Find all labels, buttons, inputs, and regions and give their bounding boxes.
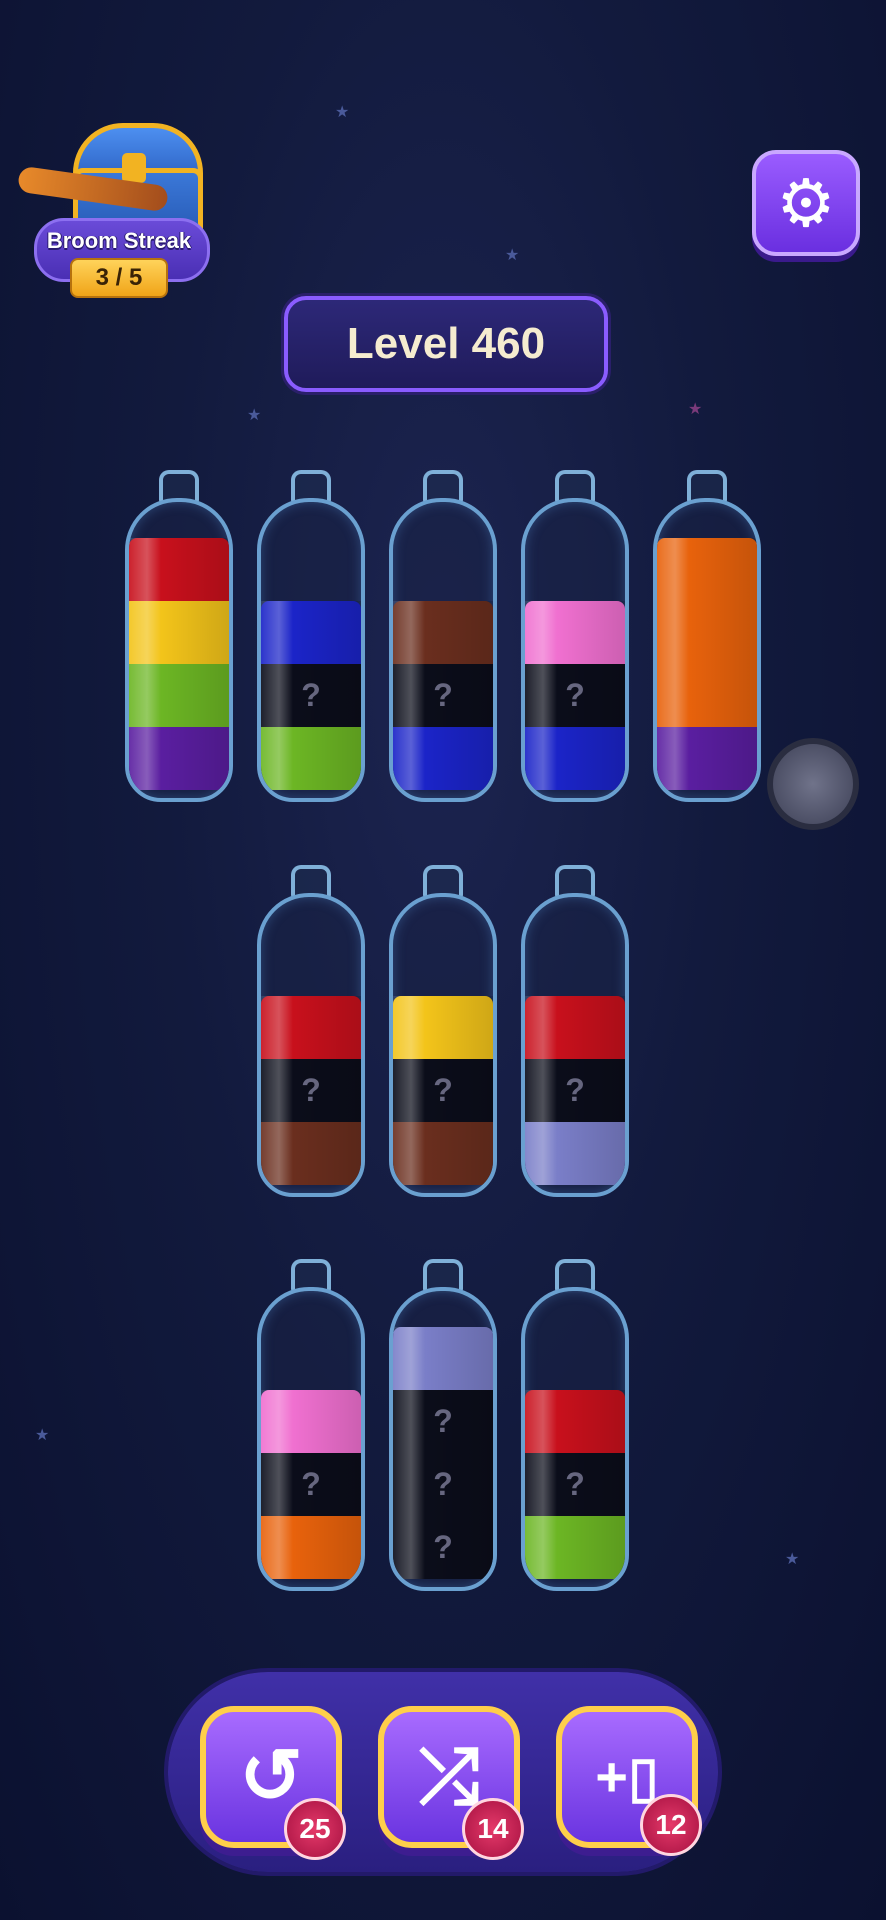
bottle-glass: ? — [521, 893, 629, 1197]
liquid-layer-pink — [261, 1390, 361, 1453]
hidden-layer: ? — [393, 1453, 493, 1516]
liquid-layer-green — [525, 1516, 625, 1579]
hidden-layer: ? — [261, 1453, 361, 1516]
bottle[interactable]: ? — [521, 1259, 629, 1599]
star-decoration: ★ — [688, 401, 703, 418]
liquid-layer-orange — [657, 601, 757, 664]
liquid-layer-blue — [525, 727, 625, 790]
liquid-layer-orange — [657, 538, 757, 601]
add-bottle-count-badge: 12 — [640, 1794, 702, 1856]
bottle[interactable]: ? — [257, 865, 365, 1205]
settings-button[interactable]: ⚙ — [752, 150, 860, 256]
undo-count-badge: 25 — [284, 1798, 346, 1860]
liquid-layer-yellow — [393, 996, 493, 1059]
bottle-glass: ? — [389, 498, 497, 802]
star-decoration: ★ — [247, 407, 262, 424]
liquid-layer-orange — [657, 664, 757, 727]
bottle[interactable]: ? — [521, 470, 629, 810]
liquid-layer-lavender — [525, 1122, 625, 1185]
liquid-layer-pink — [525, 601, 625, 664]
bottle-glass: ??? — [389, 1287, 497, 1591]
hidden-layer: ? — [525, 1453, 625, 1516]
bottle-glass — [653, 498, 761, 802]
bottle[interactable]: ? — [521, 865, 629, 1205]
bottle[interactable]: ? — [257, 1259, 365, 1599]
bottle-glass — [125, 498, 233, 802]
liquid-layer-brown — [393, 1122, 493, 1185]
liquid-layer-yellow — [129, 601, 229, 664]
bottle[interactable] — [125, 470, 233, 810]
bottle[interactable]: ? — [389, 470, 497, 810]
bottle-glass: ? — [389, 893, 497, 1197]
liquid-layer-lavender — [393, 1327, 493, 1390]
shuffle-count-badge: 14 — [462, 1798, 524, 1860]
star-decoration: ★ — [505, 247, 520, 264]
streak-label: Broom Streak — [46, 228, 192, 253]
liquid-layer-red — [525, 1390, 625, 1453]
hidden-layer: ? — [393, 1059, 493, 1122]
star-decoration: ★ — [335, 104, 350, 121]
bottle[interactable]: ? — [389, 865, 497, 1205]
level-title: Level 460 — [284, 296, 608, 392]
hidden-layer: ? — [525, 1059, 625, 1122]
touch-indicator — [767, 738, 859, 830]
liquid-layer-orange — [261, 1516, 361, 1579]
liquid-layer-red — [525, 996, 625, 1059]
star-decoration: ★ — [785, 1551, 800, 1568]
liquid-layer-blue — [261, 601, 361, 664]
star-decoration: ★ — [35, 1427, 50, 1444]
shuffle-icon: ⤮ — [418, 1734, 480, 1819]
liquid-layer-brown — [393, 601, 493, 664]
bottle-glass: ? — [257, 1287, 365, 1591]
liquid-layer-green — [129, 664, 229, 727]
bottle-glass: ? — [257, 893, 365, 1197]
add-bottle-icon: +▯ — [595, 1745, 659, 1808]
hidden-layer: ? — [525, 664, 625, 727]
liquid-layer-red — [129, 538, 229, 601]
bottle-glass: ? — [521, 1287, 629, 1591]
gear-icon: ⚙ — [776, 166, 836, 240]
liquid-layer-purple — [129, 727, 229, 790]
bottle-glass: ? — [257, 498, 365, 802]
hidden-layer: ? — [393, 1516, 493, 1579]
bottle[interactable]: ??? — [389, 1259, 497, 1599]
bottle[interactable] — [653, 470, 761, 810]
liquid-layer-purple — [657, 727, 757, 790]
undo-icon: ↺ — [239, 1734, 303, 1819]
lock-icon — [122, 153, 146, 183]
hidden-layer: ? — [261, 1059, 361, 1122]
liquid-layer-red — [261, 996, 361, 1059]
liquid-layer-brown — [261, 1122, 361, 1185]
hidden-layer: ? — [393, 664, 493, 727]
streak-count: 3 / 5 — [70, 258, 168, 298]
hidden-layer: ? — [261, 664, 361, 727]
liquid-layer-blue — [393, 727, 493, 790]
bottle-glass: ? — [521, 498, 629, 802]
broom-streak-widget[interactable]: Broom Streak 3 / 5 — [16, 118, 210, 303]
hidden-layer: ? — [393, 1390, 493, 1453]
bottle[interactable]: ? — [257, 470, 365, 810]
liquid-layer-green — [261, 727, 361, 790]
